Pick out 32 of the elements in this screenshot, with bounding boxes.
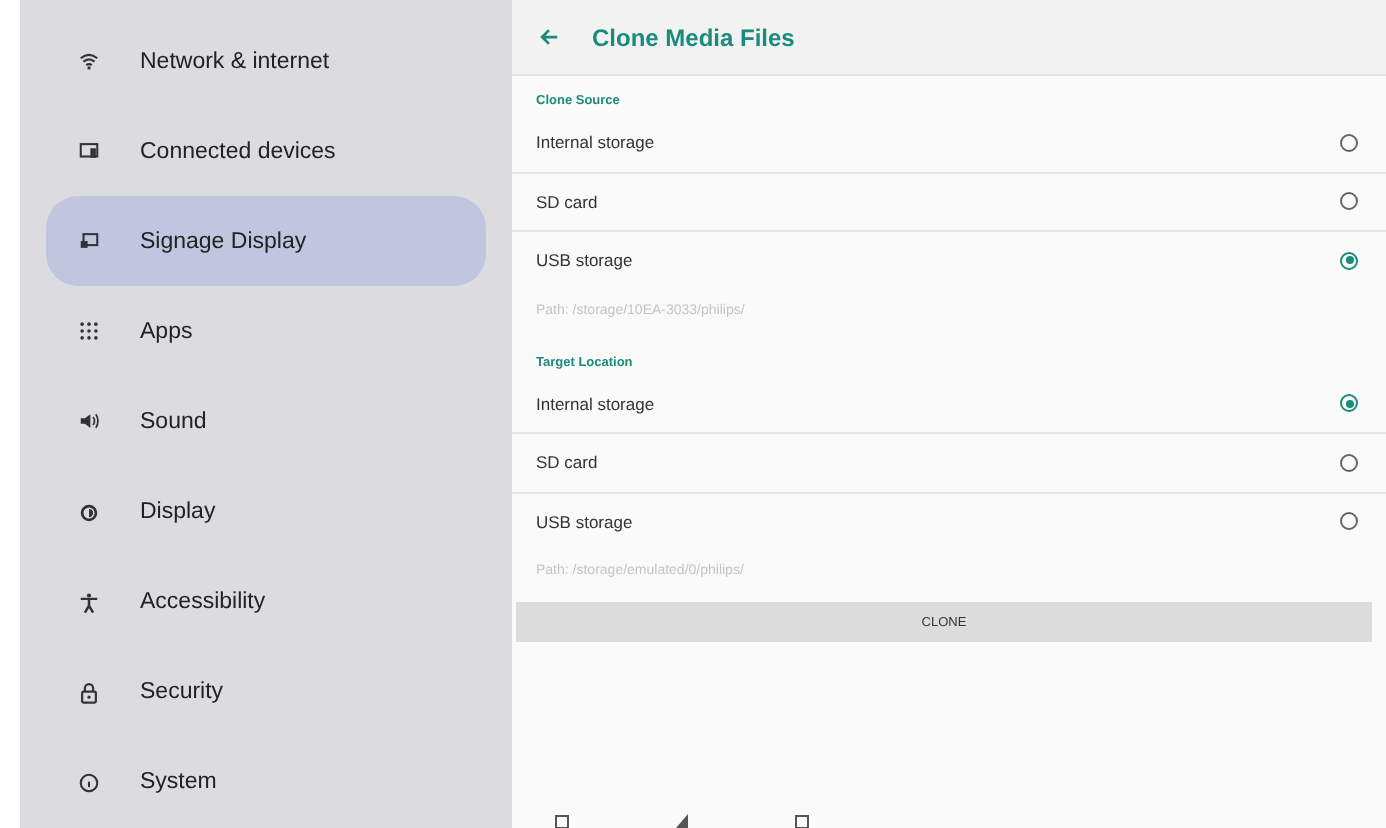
sidebar-item[interactable]: Accessibility: [46, 557, 486, 648]
storage-option[interactable]: Internal storage: [512, 114, 1386, 173]
sound-icon: [78, 410, 100, 433]
devices-icon: [78, 140, 100, 163]
back-icon[interactable]: [538, 26, 560, 48]
sidebar-item[interactable]: Apps: [46, 286, 486, 377]
storage-option[interactable]: SD card: [512, 434, 1386, 493]
sidebar-item[interactable]: Display: [46, 467, 486, 558]
radio-button[interactable]: [1340, 453, 1358, 472]
sidebar-item[interactable]: Sound: [46, 376, 486, 468]
wifi-icon: [78, 50, 100, 73]
radio-button[interactable]: [1340, 192, 1358, 211]
accessibility-icon: [78, 591, 100, 614]
radio-button[interactable]: [1340, 251, 1358, 270]
page-title: Clone Media Files: [592, 23, 795, 51]
storage-option[interactable]: Internal storage: [512, 375, 1386, 434]
display-icon: [78, 230, 100, 253]
storage-option[interactable]: SD card: [512, 173, 1386, 232]
sidebar-item[interactable]: System: [46, 737, 486, 828]
info-icon: [78, 771, 100, 794]
radio-button[interactable]: [1340, 394, 1358, 413]
sidebar-item[interactable]: Network & internet: [46, 16, 486, 107]
lock-icon: [78, 681, 100, 704]
sidebar-item[interactable]: Signage Display: [46, 196, 486, 287]
radio-button[interactable]: [1340, 133, 1358, 152]
radio-button[interactable]: [1340, 512, 1358, 531]
storage-option[interactable]: USB storage: [512, 493, 1386, 550]
brightness-icon: [78, 501, 100, 524]
sidebar-item[interactable]: Security: [46, 647, 486, 738]
storage-option[interactable]: USB storage: [512, 232, 1386, 289]
apps-icon: [78, 320, 100, 343]
sidebar-item[interactable]: Connected devices: [46, 106, 486, 197]
